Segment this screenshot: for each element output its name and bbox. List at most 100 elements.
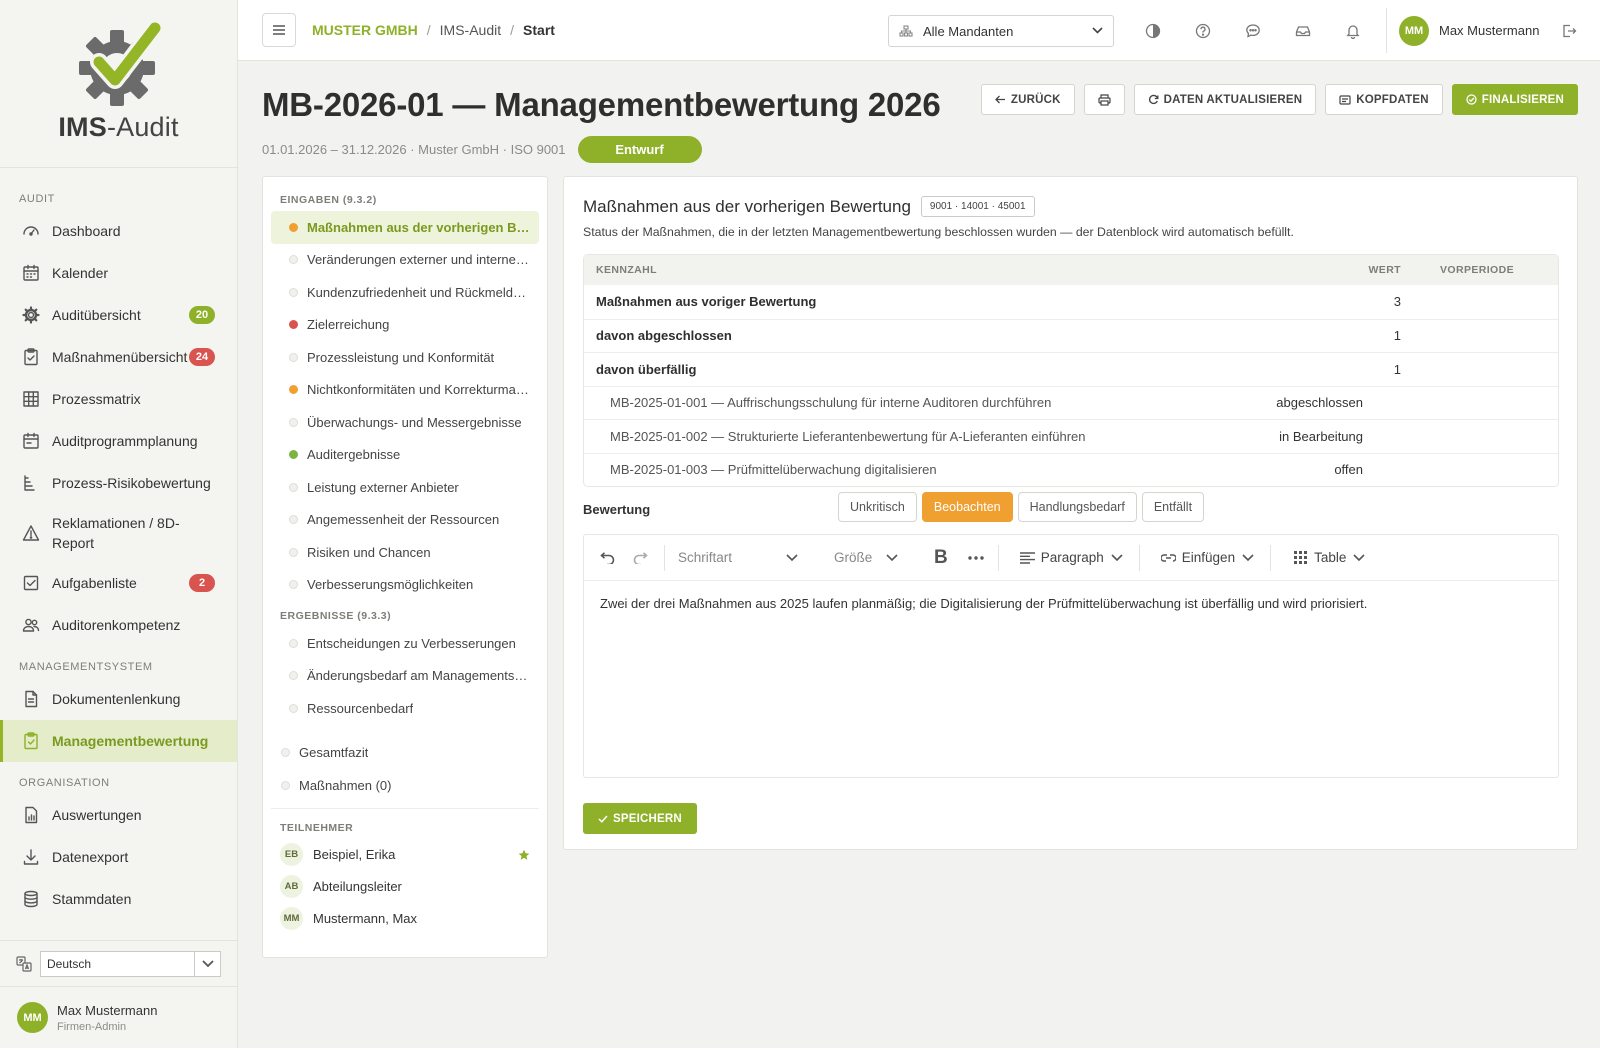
save-button[interactable]: SPEICHERN [583, 803, 697, 834]
sidebar-item-prozess-risikobewertung[interactable]: Prozess-Risikobewertung [0, 462, 237, 504]
breadcrumb-company[interactable]: MUSTER GMBH [312, 22, 418, 38]
chevron-down-icon [886, 554, 898, 561]
participant-row[interactable]: MM Mustermann, Max [263, 903, 547, 935]
section-list-label: Gesamtfazit [299, 745, 369, 761]
table-select[interactable]: Table [1294, 550, 1365, 565]
chevron-down-icon [194, 951, 220, 976]
section-list-item[interactable]: Nichtkonformitäten und Korrekturmaß... [271, 374, 539, 407]
results-header: ERGEBNISSE (9.3.3) [280, 610, 392, 622]
menu-button[interactable] [262, 13, 296, 47]
section-list-item[interactable]: Überwachungs- und Messergebnisse [271, 406, 539, 439]
rating-handlungsbedarf[interactable]: Handlungsbedarf [1017, 492, 1137, 522]
breadcrumb-app[interactable]: IMS-Audit [440, 22, 501, 38]
review-sections-panel: EINGABEN (9.3.2) Maßnahmen aus der vorhe… [262, 176, 548, 958]
print-button[interactable] [1083, 84, 1125, 115]
sidebar-item-prozessmatrix[interactable]: Prozessmatrix [0, 378, 237, 420]
section-list-item[interactable]: Angemessenheit der Ressourcen [271, 504, 539, 537]
rating-entfällt[interactable]: Entfällt [1141, 492, 1205, 522]
kpi-label: davon überfällig [596, 361, 697, 377]
rating-unkritisch[interactable]: Unkritisch [838, 492, 917, 522]
sidebar-item-datenexport[interactable]: Datenexport [0, 836, 237, 878]
section-list-item[interactable]: Gesamtfazit [271, 737, 539, 770]
language-select[interactable]: Deutsch [40, 950, 221, 977]
header-user[interactable]: MM Max Mustermann [1386, 8, 1577, 53]
sidebar-item-reklamationen-8d-report[interactable]: Reklamationen / 8D-Report [0, 504, 237, 562]
status-dot [289, 638, 298, 648]
status-dot [289, 255, 298, 265]
sidebar-item-auditorenkompetenz[interactable]: Auditorenkompetenz [0, 604, 237, 646]
section-title-row: Maßnahmen aus der vorherigen Bewertung 9… [583, 196, 1035, 217]
logo: IMS-Audit [0, 0, 237, 168]
undo-icon[interactable] [598, 551, 615, 564]
insert-select[interactable]: Einfügen [1160, 550, 1254, 565]
contrast-icon[interactable] [1128, 18, 1178, 44]
mandant-select[interactable]: Alle Mandanten [888, 15, 1114, 47]
section-list-item[interactable]: Zielerreichung [271, 309, 539, 342]
sidebar-item-dashboard[interactable]: Dashboard [0, 210, 237, 252]
section-list-item[interactable]: Veränderungen externer und interner T... [271, 244, 539, 277]
section-list-label: Auditergebnisse [307, 447, 401, 463]
paragraph-select[interactable]: Paragraph [1019, 550, 1123, 565]
chevron-down-icon [1092, 27, 1103, 34]
sidebar-item-label: Datenexport [52, 849, 129, 865]
section-list-item[interactable]: Verbesserungsmöglichkeiten [271, 569, 539, 602]
measure-status: abgeschlossen [1276, 395, 1363, 411]
section-list-item[interactable]: Maßnahmen (0) [271, 769, 539, 802]
section-list-label: Maßnahmen aus der vorherigen Bew... [307, 219, 530, 235]
id-card-icon [1339, 94, 1351, 105]
sidebar-user[interactable]: MM Max Mustermann Firmen-Admin [0, 986, 237, 1048]
sidebar-item-stammdaten[interactable]: Stammdaten [0, 878, 237, 920]
back-button[interactable]: ZURÜCK [980, 84, 1075, 115]
sidebar-item-dokumentenlenkung[interactable]: Dokumentenlenkung [0, 678, 237, 720]
section-description: Status der Maßnahmen, die in der letzten… [583, 225, 1294, 239]
participant-name: Beispiel, Erika [313, 847, 396, 862]
table-row: davon abgeschlossen 1 [584, 318, 1558, 353]
sidebar-item-auswertungen[interactable]: Auswertungen [0, 794, 237, 836]
sidebar-item-managementbewertung[interactable]: Managementbewertung [0, 720, 237, 762]
section-list-item[interactable]: Prozessleistung und Konformität [271, 341, 539, 374]
help-icon[interactable] [1178, 18, 1228, 44]
sidebar-item-auditübersicht[interactable]: Auditübersicht 20 [0, 294, 237, 336]
participant-row[interactable]: AB Abteilungsleiter [263, 871, 547, 903]
insert-link-icon [1160, 552, 1176, 564]
chat-icon[interactable] [1228, 18, 1278, 44]
header-data-button[interactable]: KOPFDATEN [1325, 84, 1443, 115]
bold-icon[interactable]: B [934, 547, 948, 569]
section-list-item[interactable]: Risiken und Chancen [271, 536, 539, 569]
breadcrumb: MUSTER GMBH / IMS-Audit / Start [312, 22, 555, 38]
sidebar-item-label: Dashboard [52, 223, 121, 239]
editor-content[interactable]: Zwei der drei Maßnahmen aus 2025 laufen … [584, 581, 1558, 626]
calendar-plan-icon [22, 432, 40, 450]
section-list-item[interactable]: Entscheidungen zu Verbesserungen [271, 627, 539, 660]
section-list-item[interactable]: Ressourcenbedarf [271, 692, 539, 725]
nav-section-label: ORGANISATION [19, 777, 110, 789]
bell-icon[interactable] [1328, 18, 1378, 44]
section-list-item[interactable]: Maßnahmen aus der vorherigen Bew... [271, 211, 539, 244]
kpi-table: KENNZAHL WERT VORPERIODE Maßnahmen aus v… [583, 254, 1559, 487]
participant-name: Abteilungsleiter [313, 879, 402, 894]
measure-label: MB-2025-01-003 — Prüfmittelüberwachung d… [610, 462, 937, 478]
sidebar-item-label: Prozessmatrix [52, 391, 141, 407]
section-list-item[interactable]: Leistung externer Anbieter [271, 471, 539, 504]
extra-list: Gesamtfazit Maßnahmen (0) [271, 737, 539, 809]
sidebar-item-kalender[interactable]: Kalender [0, 252, 237, 294]
refresh-data-button[interactable]: DATEN AKTUALISIEREN [1133, 84, 1317, 115]
status-dot [289, 352, 298, 362]
redo-icon[interactable] [633, 551, 650, 564]
inbox-icon[interactable] [1278, 18, 1328, 44]
font-size-select[interactable]: Größe [834, 550, 898, 565]
section-list-item[interactable]: Änderungsbedarf am Managementsyst... [271, 660, 539, 693]
rating-beobachten[interactable]: Beobachten [921, 492, 1013, 522]
finalize-button[interactable]: FINALISIEREN [1451, 84, 1578, 115]
section-list-item[interactable]: Kundenzufriedenheit und Rückmeldun... [271, 276, 539, 309]
logout-icon[interactable] [1561, 23, 1577, 39]
font-family-select[interactable]: Schriftart [678, 550, 798, 565]
sidebar-item-maßnahmenübersicht[interactable]: Maßnahmenübersicht 24 [0, 336, 237, 378]
sidebar-item-auditprogrammplanung[interactable]: Auditprogrammplanung [0, 420, 237, 462]
more-icon[interactable] [968, 555, 984, 560]
status-dot [289, 417, 298, 427]
section-list-item[interactable]: Auditergebnisse [271, 439, 539, 472]
gear-icon [22, 306, 40, 324]
sidebar-item-aufgabenliste[interactable]: Aufgabenliste 2 [0, 562, 237, 604]
participant-row[interactable]: EB Beispiel, Erika [263, 839, 547, 871]
